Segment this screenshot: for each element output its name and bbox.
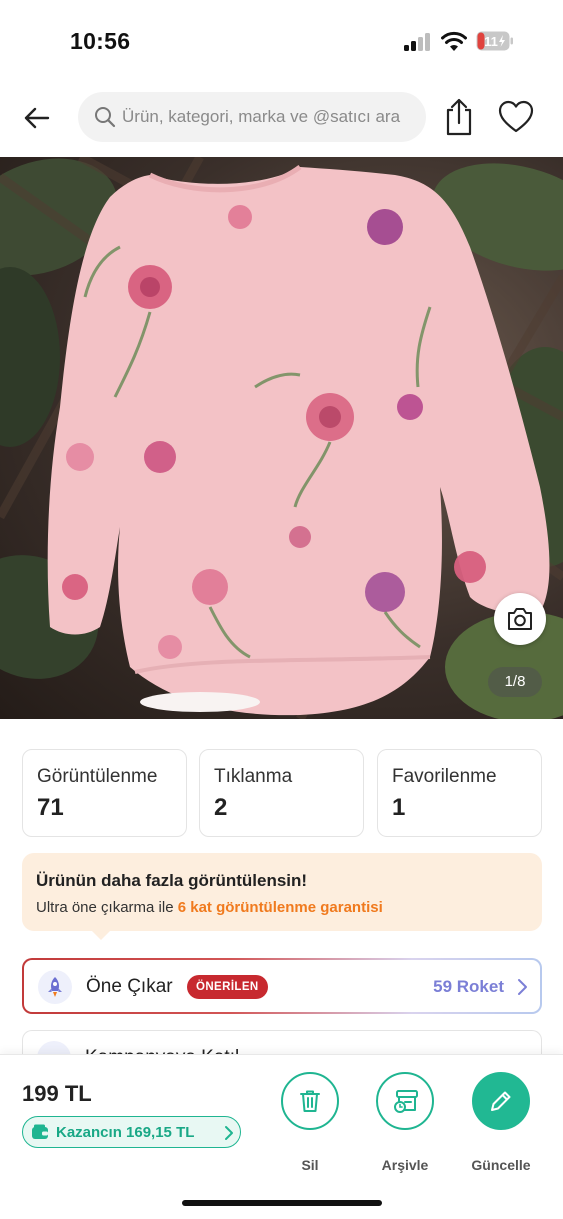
stat-card-views: Görüntülenme 71 [22, 749, 187, 837]
rocket-price: 59 Roket [433, 977, 504, 996]
stat-value: 2 [214, 794, 228, 821]
update-label: Güncelle [471, 1157, 531, 1173]
product-photo [0, 157, 563, 719]
signal-icon [404, 33, 434, 51]
feature-option-row[interactable]: Öne Çıkar ÖNERİLEN 59 Roket [22, 958, 542, 1014]
home-indicator [182, 1200, 382, 1206]
search-input[interactable]: Ürün, kategori, marka ve @satıcı ara [78, 92, 426, 142]
stat-card-favorites: Favorilenme 1 [377, 749, 542, 837]
promo-subtitle-prefix: Ultra öne çıkarma ile [36, 899, 178, 916]
back-arrow-icon[interactable] [18, 98, 58, 138]
status-time: 10:56 [70, 28, 131, 54]
earnings-text: Kazancın 169,15 TL [56, 1124, 195, 1141]
stat-value: 1 [392, 794, 406, 821]
search-header: Ürün, kategori, marka ve @satıcı ara [0, 84, 563, 156]
update-action[interactable]: Güncelle [461, 1072, 541, 1182]
wallet-icon [32, 1124, 48, 1139]
recommended-badge: ÖNERİLEN [187, 975, 268, 999]
battery-level: 11 [484, 34, 498, 49]
stats-section: Görüntülenme 71 Tıklanma 2 Favorilenme 1 [22, 749, 542, 837]
delete-action[interactable]: Sil [270, 1072, 350, 1182]
feature-option-label: Öne Çıkar [86, 976, 173, 997]
product-price: 199 TL [22, 1081, 92, 1106]
image-page-indicator: 1/8 [488, 667, 542, 697]
archive-button[interactable] [376, 1072, 434, 1130]
stat-card-clicks: Tıklanma 2 [199, 749, 364, 837]
search-placeholder: Ürün, kategori, marka ve @satıcı ara [122, 107, 401, 126]
trash-icon [300, 1090, 320, 1112]
camera-button[interactable] [494, 593, 546, 645]
status-bar: 10:56 11 [0, 0, 563, 84]
wifi-icon [441, 31, 467, 51]
stat-value: 71 [37, 794, 64, 821]
chevron-right-icon [225, 1126, 233, 1140]
promo-title: Ürünün daha fazla görüntülensin! [36, 871, 308, 890]
earnings-button[interactable]: Kazancın 169,15 TL [22, 1116, 241, 1148]
battery-icon: 11 [476, 31, 513, 51]
update-button[interactable] [472, 1072, 530, 1130]
delete-button[interactable] [281, 1072, 339, 1130]
archive-label: Arşivle [381, 1157, 429, 1173]
archive-action[interactable]: Arşivle [365, 1072, 445, 1182]
stat-label: Tıklanma [214, 766, 293, 787]
pencil-icon [491, 1091, 511, 1111]
heart-icon[interactable] [497, 98, 535, 136]
rocket-icon [38, 970, 72, 1004]
share-icon[interactable] [440, 96, 478, 138]
delete-label: Sil [301, 1157, 319, 1173]
archive-icon [394, 1090, 418, 1113]
promo-highlight: 6 kat görüntülenme garantisi [177, 899, 383, 916]
bottom-action-bar: 199 TL Kazancın 169,15 TL Sil Arşivle Gü… [0, 1054, 563, 1219]
search-icon [95, 107, 116, 128]
promo-pointer [90, 929, 112, 940]
promo-subtitle: Ultra öne çıkarma ile 6 kat görüntülenme… [36, 899, 383, 916]
product-image[interactable]: 1/8 [0, 157, 563, 719]
promo-banner: Ürünün daha fazla görüntülensin! Ultra ö… [22, 853, 542, 940]
stat-label: Favorilenme [392, 766, 497, 787]
stat-label: Görüntülenme [37, 766, 158, 787]
camera-icon [508, 608, 532, 630]
chevron-right-icon [518, 979, 527, 995]
